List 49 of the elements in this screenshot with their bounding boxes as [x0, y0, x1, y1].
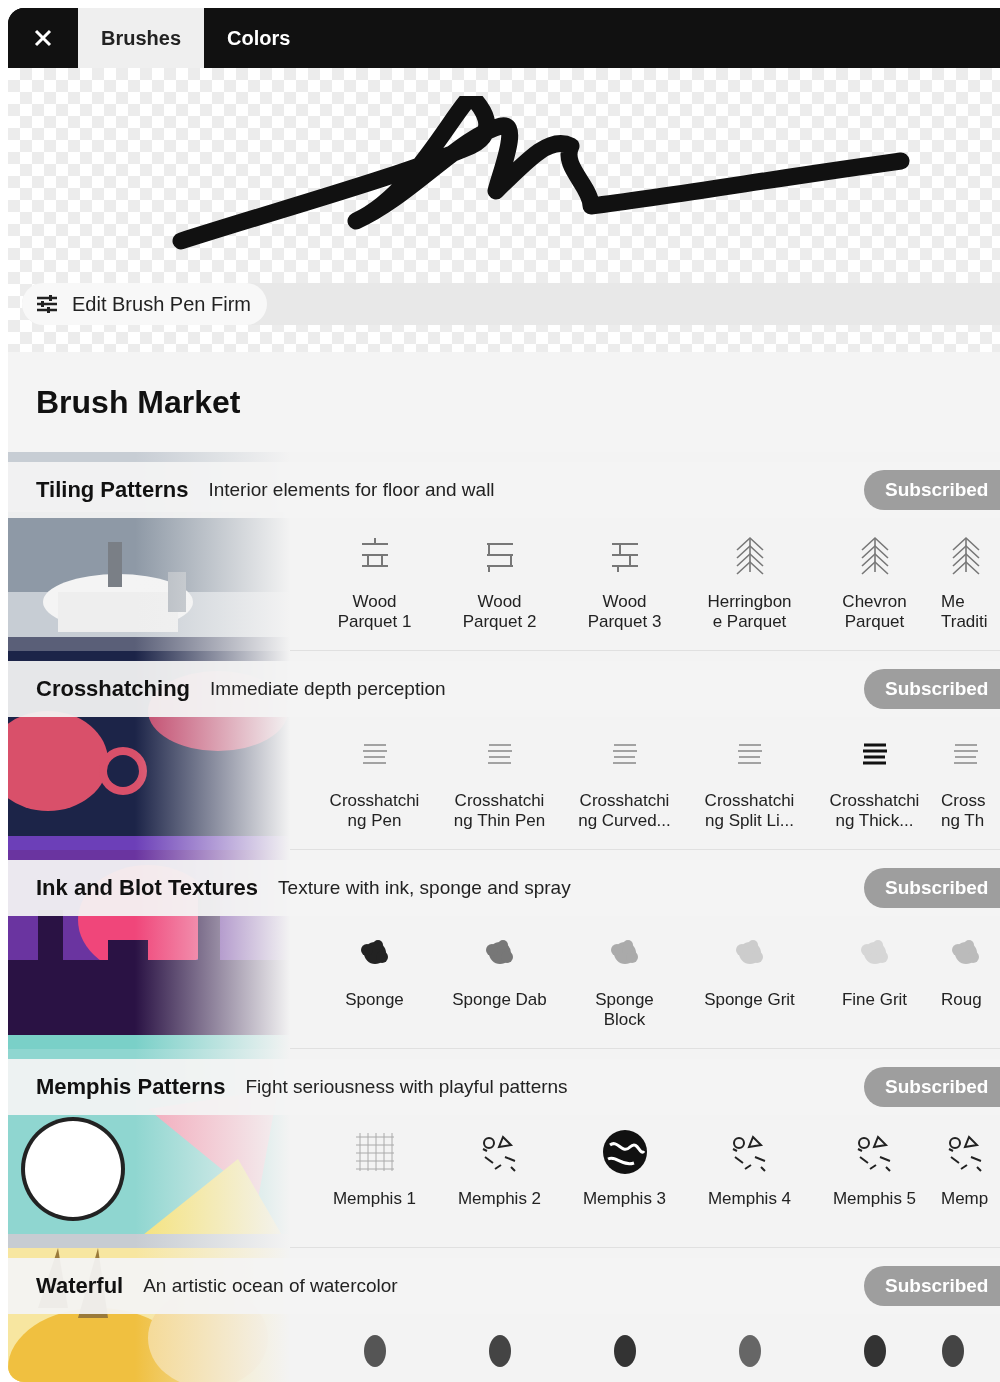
subscribed-button[interactable]: Subscribed — [864, 470, 1000, 510]
brush-preview-icon — [737, 1334, 762, 1368]
brush-name: Me Traditi — [941, 592, 988, 632]
section-subtitle: Immediate depth perception — [210, 678, 446, 700]
market-title: Brush Market — [36, 383, 241, 421]
brush-preview-icon — [612, 1334, 637, 1368]
brush-name: Memphis 1 — [332, 1189, 417, 1209]
section-subtitle: Fight seriousness with playful patterns — [245, 1076, 568, 1098]
subscribed-button[interactable]: Subscribed — [864, 1067, 1000, 1107]
subscribed-button[interactable]: Subscribed — [864, 1266, 1000, 1306]
brush-name: Memphis 2 — [457, 1189, 542, 1209]
brush-name: Wood Parquet 3 — [587, 592, 662, 632]
brush-name: Herringbon e Parquet — [707, 592, 792, 632]
brush-name: Chevron Parquet — [842, 592, 907, 632]
tab[interactable]: Brushes — [78, 8, 205, 68]
brush-name: Crosshatchi ng Thin Pen — [453, 791, 546, 831]
brush-name: Wood Parquet 2 — [462, 592, 537, 632]
brush-preview-icon — [362, 1334, 387, 1368]
section-title: Tiling Patterns — [36, 477, 189, 503]
brush-preview-icon — [941, 1334, 965, 1368]
section-title: Ink and Blot Textures — [36, 875, 259, 901]
brush-name: Crosshatchi ng Curved... — [578, 791, 671, 831]
brush-name: Sponge Dab — [452, 990, 547, 1010]
brush-name: Crosshatchi ng Pen — [329, 791, 420, 831]
section-title: Crosshatching — [36, 676, 191, 702]
section-title: Waterful — [36, 1273, 124, 1299]
close-icon — [33, 28, 53, 48]
brush-name: Cross ng Th — [941, 791, 986, 831]
brush-name: Roug — [941, 990, 982, 1010]
section-subtitle: An artistic ocean of watercolor — [143, 1275, 398, 1297]
brush-name: Crosshatchi ng Split Li... — [704, 791, 795, 831]
brush-name: Sponge Block — [595, 990, 654, 1030]
brush-name: Memphis 4 — [707, 1189, 792, 1209]
section-subtitle: Texture with ink, sponge and spray — [278, 877, 571, 899]
brush-preview-icon — [487, 1334, 512, 1368]
brush-name: Memphis 5 — [832, 1189, 917, 1209]
brush-name: Sponge Grit — [704, 990, 795, 1010]
brush-preview-icon — [862, 1334, 887, 1368]
subscribed-button[interactable]: Subscribed — [864, 868, 1000, 908]
brush-name: Memphis 3 — [582, 1189, 667, 1209]
brush-name: Crosshatchi ng Thick... — [829, 791, 920, 831]
brush-name: Memp — [941, 1189, 989, 1209]
brush-name: Sponge — [345, 990, 404, 1010]
brush-name: Wood Parquet 1 — [337, 592, 412, 632]
sliders-icon — [36, 294, 58, 314]
edit-brush-button[interactable]: Edit Brush Pen Firm — [22, 283, 267, 325]
brush-name: Fine Grit — [841, 990, 908, 1010]
subscribed-button[interactable]: Subscribed — [864, 669, 1000, 709]
section-subtitle: Interior elements for floor and wall — [208, 479, 495, 501]
